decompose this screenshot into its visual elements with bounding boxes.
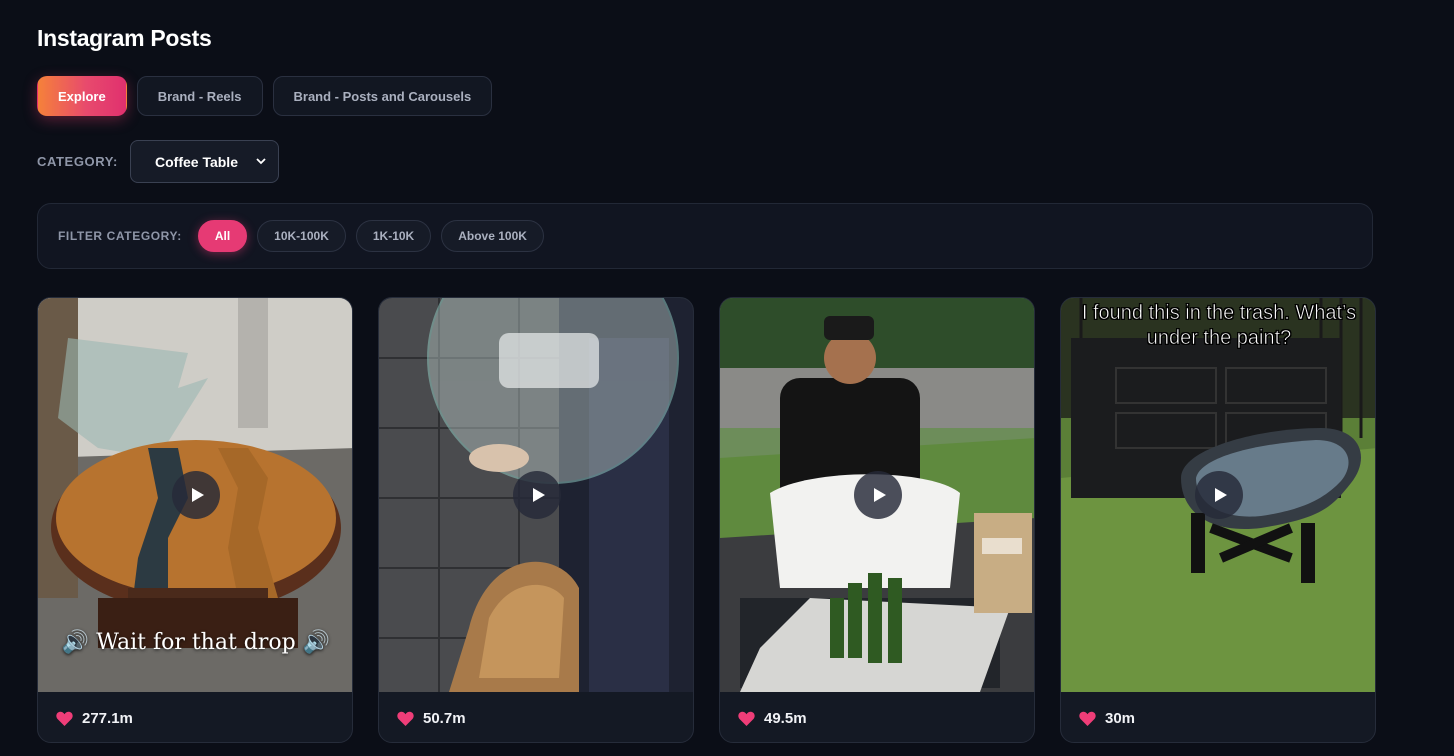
- heart-icon: [1079, 711, 1096, 726]
- tab-bar: Explore Brand - Reels Brand - Posts and …: [37, 76, 493, 116]
- instagram-posts-page: Instagram Posts Explore Brand - Reels Br…: [0, 0, 1454, 756]
- chevron-down-icon: [256, 156, 266, 168]
- like-count: 50.7m: [423, 709, 466, 727]
- filter-pill-above-100k[interactable]: Above 100K: [441, 220, 544, 252]
- tab-brand-posts-carousels[interactable]: Brand - Posts and Carousels: [272, 76, 493, 116]
- post-caption: I found this in the trash. What’s under …: [1081, 302, 1357, 350]
- play-icon[interactable]: [854, 471, 902, 519]
- play-icon[interactable]: [1195, 471, 1243, 519]
- play-icon[interactable]: [513, 471, 561, 519]
- post-card[interactable]: 49.5m: [719, 297, 1035, 743]
- category-selected-value: Coffee Table: [155, 153, 238, 170]
- posts-grid: 🔊 Wait for that drop 🔊 277.1m 50.7m 49.5…: [37, 297, 1376, 743]
- page-title: Instagram Posts: [37, 25, 212, 51]
- filter-panel: FILTER CATEGORY: All 10K-100K 1K-10K Abo…: [37, 203, 1373, 269]
- post-meta: 49.5m: [720, 692, 1034, 742]
- filter-pill-10k-100k[interactable]: 10K-100K: [257, 220, 346, 252]
- post-thumbnail[interactable]: I found this in the trash. What’s under …: [1061, 298, 1375, 692]
- filter-pill-1k-10k[interactable]: 1K-10K: [355, 220, 432, 252]
- tab-explore[interactable]: Explore: [37, 76, 127, 116]
- post-caption: 🔊 Wait for that drop 🔊: [61, 630, 331, 655]
- post-thumbnail[interactable]: [379, 298, 693, 692]
- post-meta: 50.7m: [379, 692, 693, 742]
- post-meta: 30m: [1061, 692, 1375, 742]
- category-label: CATEGORY:: [37, 154, 118, 169]
- tab-brand-reels[interactable]: Brand - Reels: [136, 76, 263, 116]
- heart-icon: [56, 711, 73, 726]
- heart-icon: [397, 711, 414, 726]
- post-card[interactable]: I found this in the trash. What’s under …: [1060, 297, 1376, 743]
- post-meta: 277.1m: [38, 692, 352, 742]
- filter-pill-all[interactable]: All: [197, 220, 248, 252]
- like-count: 277.1m: [82, 709, 133, 727]
- heart-icon: [738, 711, 755, 726]
- category-row: CATEGORY: Coffee Table: [37, 140, 279, 183]
- post-thumbnail[interactable]: [720, 298, 1034, 692]
- post-card[interactable]: 🔊 Wait for that drop 🔊 277.1m: [37, 297, 353, 743]
- play-icon[interactable]: [172, 471, 220, 519]
- like-count: 30m: [1105, 709, 1136, 727]
- category-select[interactable]: Coffee Table: [130, 140, 279, 183]
- like-count: 49.5m: [764, 709, 807, 727]
- post-card[interactable]: 50.7m: [378, 297, 694, 743]
- post-thumbnail[interactable]: 🔊 Wait for that drop 🔊: [38, 298, 352, 692]
- filter-category-label: FILTER CATEGORY:: [58, 229, 182, 243]
